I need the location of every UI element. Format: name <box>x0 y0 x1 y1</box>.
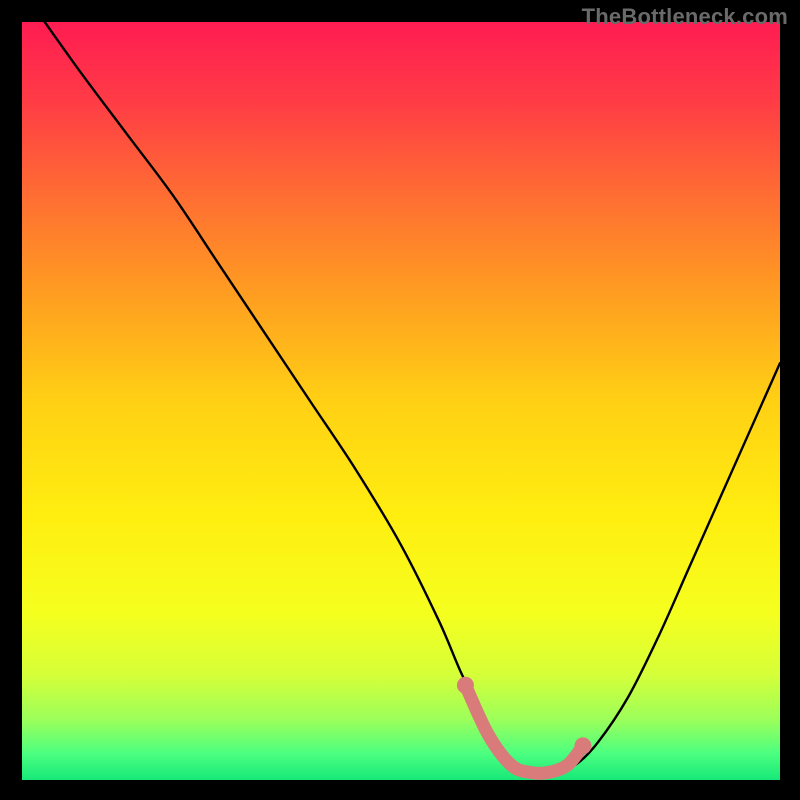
sweet-spot-endpoint <box>574 737 591 754</box>
chart-frame: TheBottleneck.com <box>0 0 800 800</box>
chart-svg <box>22 22 780 780</box>
gradient-background <box>22 22 780 780</box>
sweet-spot-endpoint <box>457 677 474 694</box>
plot-area <box>22 22 780 780</box>
watermark-text: TheBottleneck.com <box>582 4 788 30</box>
